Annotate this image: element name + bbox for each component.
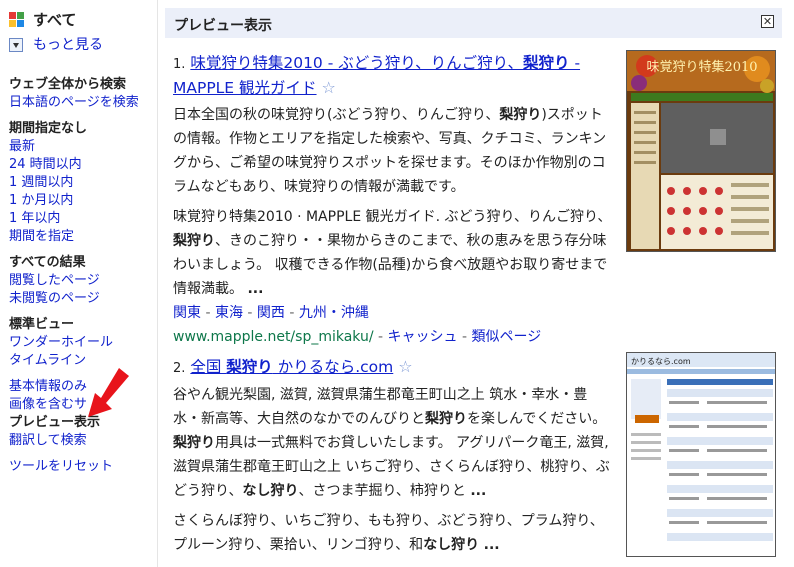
- highlight-term: ...: [483, 537, 500, 553]
- thumbnail-title-text: かりるなら.com: [631, 357, 691, 366]
- result-sublinks: 関東 - 東海 - 関西 - 九州・沖縄: [173, 305, 369, 321]
- reset-tools-link[interactable]: ツールをリセット: [9, 458, 113, 475]
- text-segment: かりるなら.com: [272, 358, 394, 376]
- left-sidebar: すべて もっと見る ウェブ全体から検索 日本語のページを検索 期間指定なし 最新…: [0, 0, 150, 567]
- highlight-term: 梨狩り: [173, 233, 215, 249]
- highlight-term: なし狩り: [423, 537, 480, 553]
- highlight-term: なし狩り: [242, 483, 299, 499]
- google-everything-icon: [9, 12, 25, 28]
- thumbnail-title-text: 味覚狩り特集2010: [646, 59, 757, 75]
- highlight-term: ...: [247, 281, 264, 297]
- result-url-line: www.mapple.net/sp_mikaku/ - キャッシュ - 類似ペー…: [173, 329, 542, 345]
- sidebar-item-translate[interactable]: 翻訳して検索: [9, 432, 87, 449]
- highlight-term: 梨狩り: [226, 358, 273, 376]
- highlight-term: 梨狩り: [425, 411, 467, 427]
- result-title-line: 2. 全国 梨狩り かりるなら.com ☆: [173, 355, 613, 380]
- result-title-link[interactable]: 味覚狩り特集2010 - ぶどう狩り、りんご狩り、梨狩り - MAPPLE 観光…: [173, 54, 580, 97]
- highlight-term: 梨狩り: [523, 54, 570, 72]
- search-result: 1. 味覚狩り特集2010 - ぶどう狩り、りんご狩り、梨狩り - MAPPLE…: [173, 52, 613, 349]
- result-number: 2.: [173, 361, 186, 376]
- preview-title: プレビュー表示: [174, 18, 272, 34]
- section-heading-web: ウェブ全体から検索: [9, 77, 127, 92]
- sublink-tokai[interactable]: 東海: [215, 305, 243, 321]
- sidebar-item-1week[interactable]: 1 週間以内: [9, 174, 73, 191]
- highlight-term: 梨狩り: [173, 435, 215, 451]
- text-segment: 、きのこ狩り・・果物からきのこまで、秋の恵みを思う存分味わいましょう。 収穫でき…: [173, 233, 608, 297]
- section-heading-all-results: すべての結果: [9, 255, 86, 270]
- text-segment: 味覚狩り特集2010 - ぶどう狩り、りんご狩り、: [190, 54, 523, 72]
- sublink-kanto[interactable]: 関東: [173, 305, 201, 321]
- all-results-label: すべて: [33, 11, 77, 29]
- thumbnail-image: 味覚狩り特集2010: [627, 51, 775, 251]
- result-title-link[interactable]: 全国 梨狩り かりるなら.com: [190, 358, 393, 376]
- cache-link[interactable]: キャッシュ: [388, 329, 458, 345]
- sublink-kyushu[interactable]: 九州・沖縄: [299, 305, 369, 321]
- search-result: 2. 全国 梨狩り かりるなら.com ☆ 谷やん観光梨園, 滋賀, 滋賀県蒲生…: [173, 355, 613, 557]
- chevron-down-icon[interactable]: [9, 38, 23, 52]
- sidebar-item-wonder-wheel[interactable]: ワンダーホイール: [9, 334, 113, 351]
- highlight-term: 梨狩り: [499, 107, 542, 123]
- thumbnail-image: かりるなら.com: [627, 353, 775, 556]
- section-heading-standard-view: 標準ビュー: [9, 317, 75, 332]
- text-segment: 、さつま芋掘り、柿狩りと: [298, 483, 471, 499]
- result-extra-snippet: 味覚狩り特集2010 · MAPPLE 観光ガイド. ぶどう狩り、りんご狩り、梨…: [173, 205, 613, 301]
- sidebar-item-not-visited[interactable]: 未閲覧のページ: [9, 290, 100, 307]
- sidebar-item-custom-range[interactable]: 期間を指定: [9, 228, 74, 245]
- text-segment: さくらんぼ狩り、いちご狩り、もも狩り、ぶどう狩り、プラム狩り、プルーン狩り、栗拾…: [173, 513, 604, 553]
- text-segment: 全国: [190, 358, 227, 376]
- section-heading-time: 期間指定なし: [9, 121, 88, 136]
- result-title-line: 1. 味覚狩り特集2010 - ぶどう狩り、りんご狩り、梨狩り - MAPPLE…: [173, 52, 613, 100]
- highlight-term: ...: [470, 483, 487, 499]
- text-segment: を楽しんでください。: [467, 411, 607, 427]
- result-snippet: 日本全国の秋の味覚狩り(ぶどう狩り、りんご狩り、梨狩り)スポットの情報。作物とエ…: [173, 103, 613, 199]
- result-number: 1.: [173, 57, 186, 72]
- more-button[interactable]: もっと見る: [33, 37, 103, 54]
- sidebar-item-24h[interactable]: 24 時間以内: [9, 156, 82, 173]
- close-icon[interactable]: ✕: [761, 15, 774, 28]
- preview-thumbnail[interactable]: 味覚狩り特集2010: [626, 50, 776, 252]
- text-segment: 味覚狩り特集2010 · MAPPLE 観光ガイド. ぶどう狩り、りんご狩り、: [173, 209, 612, 225]
- preview-main: プレビュー表示 ✕ 1. 味覚狩り特集2010 - ぶどう狩り、りんご狩り、梨狩…: [165, 0, 794, 567]
- red-arrow-icon: [88, 368, 129, 417]
- result-extra-snippet: さくらんぼ狩り、いちご狩り、もも狩り、ぶどう狩り、プラム狩り、プルーン狩り、栗拾…: [173, 509, 613, 557]
- text-segment: 日本全国の秋の味覚狩り(ぶどう狩り、りんご狩り、: [173, 107, 500, 123]
- sidebar-item-1month[interactable]: 1 か月以内: [9, 192, 73, 209]
- sidebar-item-visited[interactable]: 閲覧したページ: [9, 272, 100, 289]
- star-icon[interactable]: ☆: [321, 78, 335, 97]
- sublink-kansai[interactable]: 関西: [257, 305, 285, 321]
- sidebar-item-1year[interactable]: 1 年以内: [9, 210, 60, 227]
- preview-header: プレビュー表示 ✕: [165, 8, 782, 38]
- result-snippet: 谷やん観光梨園, 滋賀, 滋賀県蒲生郡竜王町山之上 筑水・幸水・豊水・新高等、大…: [173, 383, 613, 503]
- preview-thumbnail[interactable]: かりるなら.com: [626, 352, 776, 557]
- result-url: www.mapple.net/sp_mikaku/: [173, 329, 374, 345]
- sidebar-item-japanese-pages[interactable]: 日本語のページを検索: [9, 94, 139, 111]
- sidebar-item-latest[interactable]: 最新: [9, 138, 35, 155]
- similar-link[interactable]: 類似ページ: [471, 329, 541, 345]
- sidebar-divider: [157, 0, 158, 567]
- star-icon[interactable]: ☆: [398, 357, 412, 376]
